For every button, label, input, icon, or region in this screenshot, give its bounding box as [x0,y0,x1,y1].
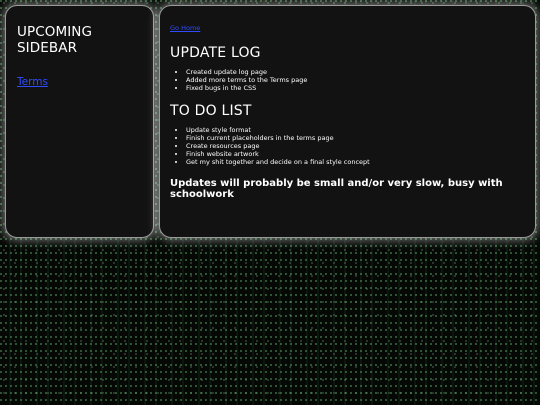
list-item: Fixed bugs in the CSS [186,84,525,92]
list-item: Get my shit together and decide on a fin… [186,158,525,166]
list-item: Update style format [186,126,525,134]
list-item: Finish website artwork [186,150,525,158]
update-log-heading: UPDATE LOG [170,45,261,61]
list-item: Added more terms to the Terms page [186,76,525,84]
list-item: Created update log page [186,68,525,76]
schedule-note: Updates will probably be small and/or ve… [170,178,503,200]
todo-list: Update style format Finish current place… [170,126,525,166]
list-item: Finish current placeholders in the terms… [186,134,525,142]
sidebar-title: UPCOMING SIDEBAR [17,24,93,56]
sidebar-panel: UPCOMING SIDEBAR Terms [5,5,154,238]
todo-heading: TO DO LIST [170,103,252,119]
list-item: Create resources page [186,142,525,150]
go-home-link[interactable]: Go Home [170,24,200,32]
main-panel: Go Home UPDATE LOG Created update log pa… [159,5,536,238]
update-log-list: Created update log page Added more terms… [170,68,525,92]
sidebar-link-terms[interactable]: Terms [17,76,48,88]
